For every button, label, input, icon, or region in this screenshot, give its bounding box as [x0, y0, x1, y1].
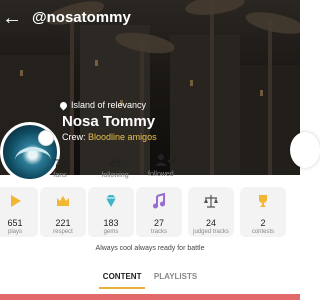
profile-tabs: CONTENT PLAYLISTS — [0, 266, 300, 289]
person-check-icon[interactable] — [155, 153, 179, 167]
stat-value: 27 — [153, 218, 164, 228]
top-bar: ← @nosatommy — [0, 6, 300, 30]
location-text: Island of relevancy — [71, 100, 147, 110]
stat-tracks[interactable]: 27 tracks — [136, 187, 182, 237]
location-pin-icon — [58, 100, 69, 110]
fans-count[interactable]: 70 fans — [40, 158, 80, 179]
stat-label: gems — [103, 229, 119, 235]
stat-label: contests — [251, 229, 275, 235]
stat-label: plays — [7, 229, 22, 235]
profile-handle: @nosatommy — [32, 9, 131, 26]
following-value: 45 — [108, 158, 122, 170]
tab-playlists[interactable]: PLAYLISTS — [150, 269, 201, 287]
following-label: following — [101, 172, 129, 179]
scales-icon — [204, 195, 218, 208]
stat-gems[interactable]: 183 gems — [88, 187, 134, 237]
stat-respect[interactable]: 221 respect — [40, 187, 86, 237]
crew-label: Crew: — [62, 132, 86, 142]
trophy-icon — [259, 195, 267, 207]
music-note-icon — [153, 192, 165, 209]
stats-row: 651 plays 221 respect 183 gems 27 tracks — [0, 187, 300, 239]
stat-judged-tracks[interactable]: 24 judged tracks — [188, 187, 234, 237]
stat-value: 2 — [260, 218, 266, 228]
fans-label: fans — [53, 172, 67, 179]
avatar-badge — [38, 130, 54, 146]
stat-value: 651 — [7, 218, 23, 228]
stat-value: 221 — [55, 218, 71, 228]
profile-bio: Always cool always ready for battle — [95, 245, 205, 252]
crown-icon — [57, 196, 69, 206]
following-count[interactable]: 45 following — [95, 158, 135, 179]
stat-plays[interactable]: 651 plays — [0, 187, 38, 237]
follow-button[interactable] — [290, 132, 320, 168]
stat-label: respect — [53, 229, 73, 235]
stat-value: 24 — [205, 218, 216, 228]
crew-name-link[interactable]: Bloodline amigos — [88, 132, 157, 142]
stat-label: judged tracks — [193, 229, 229, 235]
location: Island of relevancy — [58, 100, 147, 110]
content-preview-strip — [0, 294, 300, 300]
fans-value: 70 — [53, 158, 67, 170]
arrow-left-icon[interactable]: ← — [2, 8, 24, 28]
profile-counts: 70 fans 45 following — [53, 158, 200, 186]
tab-content[interactable]: CONTENT — [98, 269, 146, 289]
stat-contests[interactable]: 2 contests — [240, 187, 286, 237]
profile-name: Nosa Tommy — [62, 113, 156, 130]
gem-icon — [106, 195, 116, 207]
stat-value: 183 — [103, 218, 119, 228]
stat-label: tracks — [150, 229, 167, 235]
play-icon — [11, 195, 21, 207]
followed-label: followed — [148, 171, 174, 178]
crew-info: Crew: Bloodline amigos — [62, 132, 157, 142]
